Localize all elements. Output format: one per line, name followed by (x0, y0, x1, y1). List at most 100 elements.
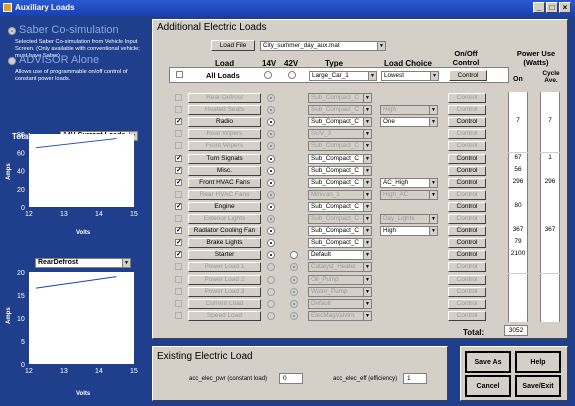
speed-load-checkbox[interactable] (175, 311, 182, 319)
exterior-lights-14v-radio[interactable] (267, 215, 275, 223)
radiator-cooling-fan-load-button[interactable]: Radiator Cooling Fan (188, 226, 261, 237)
rear-hvac-fans-load-button[interactable]: Rear HVAC Fans (188, 189, 261, 200)
power-load-3-type-dropdown[interactable]: Water_Pump ▼ (308, 286, 372, 297)
misc-checkbox[interactable]: ✓ (175, 166, 182, 174)
speed-load-14v-radio[interactable] (267, 311, 275, 320)
engine-control-button[interactable]: Control (448, 201, 486, 212)
help-button[interactable]: Help (515, 351, 561, 373)
front-wipers-type-dropdown[interactable]: Sub_Compact_C ▼ (308, 141, 372, 152)
save-as-button[interactable]: Save As (465, 351, 511, 373)
power-load-3-checkbox[interactable] (175, 287, 182, 295)
front-hvac-fans-control-button[interactable]: Control (448, 177, 486, 188)
turn-signals-load-button[interactable]: Turn Signals (188, 153, 261, 164)
turn-signals-14v-radio[interactable] (267, 154, 275, 163)
rear-defrost-checkbox[interactable] (175, 94, 182, 101)
starter-load-button[interactable]: Starter (188, 250, 261, 261)
power-load-2-control-button[interactable]: Control (448, 274, 486, 285)
current-load-load-button[interactable]: Current Load (188, 298, 261, 309)
radiator-cooling-fan-14v-radio[interactable] (267, 227, 275, 236)
exterior-lights-control-button[interactable]: Control (448, 214, 486, 224)
rear-wipers-control-button[interactable]: Control (448, 129, 486, 140)
heated-seats-control-button[interactable]: Control (448, 105, 486, 116)
turn-signals-control-button[interactable]: Control (448, 153, 486, 164)
rear-defrost-load-button[interactable]: Rear Defrost (188, 93, 261, 103)
brake-lights-load-button[interactable]: Brake Lights (188, 238, 261, 249)
power-load-1-control-button[interactable]: Control (448, 262, 486, 273)
exterior-lights-type-dropdown[interactable]: Sub_Compact_C ▼ (308, 214, 372, 224)
speed-load-load-button[interactable]: Speed Load (188, 310, 261, 321)
power-load-3-control-button[interactable]: Control (448, 286, 486, 297)
brake-lights-type-dropdown[interactable]: Sub_Compact_C ▼ (308, 238, 372, 249)
rear-wipers-14v-radio[interactable] (267, 130, 275, 139)
power-load-1-type-dropdown[interactable]: Catalyst_Heater ▼ (308, 262, 372, 273)
rear-wipers-checkbox[interactable] (175, 130, 182, 138)
power-load-2-14v-radio[interactable] (267, 275, 275, 284)
power-load-1-load-button[interactable]: Power Load 1 (188, 262, 261, 273)
front-hvac-fans-14v-radio[interactable] (267, 178, 275, 187)
acc-elec-eff-input[interactable]: 1 (403, 373, 427, 384)
load-file-dropdown[interactable]: City_summer_day_aux.mat ▼ (260, 41, 386, 51)
radiator-cooling-fan-control-button[interactable]: Control (448, 226, 486, 237)
radio-control-button[interactable]: Control (448, 117, 486, 128)
power-load-1-14v-radio[interactable] (267, 263, 275, 272)
heated-seats-type-dropdown[interactable]: Sub_Compact_C ▼ (308, 105, 372, 116)
rear-wipers-load-button[interactable]: Rear Wipers (188, 129, 261, 140)
rear-wipers-type-dropdown[interactable]: SUV_3 ▼ (308, 129, 372, 140)
rear-defrost-14v-radio[interactable] (267, 94, 275, 102)
heated-seats-choice-dropdown[interactable]: High ▼ (380, 105, 438, 116)
current-load-42v-radio[interactable] (290, 299, 298, 308)
exterior-lights-choice-dropdown[interactable]: Day_Lights ▼ (380, 214, 438, 224)
rear-hvac-fans-control-button[interactable]: Control (448, 189, 486, 200)
front-hvac-fans-choice-dropdown[interactable]: AC_High ▼ (380, 177, 438, 188)
current-load-control-button[interactable]: Control (448, 298, 486, 309)
turn-signals-checkbox[interactable]: ✓ (175, 154, 182, 162)
saber-cosim-radio[interactable] (8, 27, 16, 35)
brake-lights-checkbox[interactable]: ✓ (175, 239, 182, 247)
heated-seats-load-button[interactable]: Heated Seats (188, 105, 261, 116)
heated-seats-checkbox[interactable] (175, 106, 182, 114)
radio-14v-radio[interactable] (267, 118, 275, 127)
rear-defrost-control-button[interactable]: Control (448, 93, 486, 103)
misc-type-dropdown[interactable]: Sub_Compact_C ▼ (308, 165, 372, 176)
save-exit-button[interactable]: Save/Exit (515, 375, 561, 397)
all-type-dropdown[interactable]: Large_Car_1 ▼ (309, 71, 377, 81)
misc-load-button[interactable]: Misc. (188, 165, 261, 176)
all-choice-dropdown[interactable]: Lowest ▼ (381, 71, 439, 81)
power-load-2-checkbox[interactable] (175, 275, 182, 283)
acc-elec-pwr-input[interactable]: 0 (279, 373, 303, 384)
engine-load-button[interactable]: Engine (188, 201, 261, 212)
rear-hvac-fans-type-dropdown[interactable]: Minivan_1 ▼ (308, 189, 372, 200)
engine-checkbox[interactable]: ✓ (175, 202, 182, 210)
front-wipers-14v-radio[interactable] (267, 142, 275, 151)
cancel-button[interactable]: Cancel (465, 375, 511, 397)
power-load-3-42v-radio[interactable] (290, 287, 298, 296)
misc-14v-radio[interactable] (267, 166, 275, 175)
engine-14v-radio[interactable] (267, 202, 275, 211)
exterior-lights-checkbox[interactable] (175, 215, 182, 222)
current-load-checkbox[interactable] (175, 299, 182, 307)
misc-control-button[interactable]: Control (448, 165, 486, 176)
maximize-button[interactable]: □ (546, 2, 558, 13)
current-load-type-dropdown[interactable]: Default ▼ (308, 298, 372, 309)
radiator-cooling-fan-choice-dropdown[interactable]: High ▼ (380, 226, 438, 237)
power-load-1-42v-radio[interactable] (290, 263, 298, 272)
front-wipers-checkbox[interactable] (175, 142, 182, 150)
front-wipers-control-button[interactable]: Control (448, 141, 486, 152)
all-42v-radio[interactable] (288, 71, 296, 79)
all-loads-checkbox[interactable] (176, 71, 183, 78)
front-hvac-fans-checkbox[interactable]: ✓ (175, 178, 182, 186)
rear-hvac-fans-choice-dropdown[interactable]: High_AC ▼ (380, 189, 438, 200)
turn-signals-type-dropdown[interactable]: Sub_Compact_C ▼ (308, 153, 372, 164)
minimize-button[interactable]: _ (533, 2, 545, 13)
advisor-alone-radio[interactable] (8, 57, 16, 65)
exterior-lights-load-button[interactable]: Exterior Lights (188, 214, 261, 224)
starter-14v-radio[interactable] (267, 251, 275, 260)
radio-choice-dropdown[interactable]: One ▼ (380, 117, 438, 128)
rear-defrost-type-dropdown[interactable]: Sub_Compact_C ▼ (308, 93, 372, 103)
brake-lights-control-button[interactable]: Control (448, 238, 486, 249)
all-14v-radio[interactable] (264, 71, 272, 79)
current-load-14v-radio[interactable] (267, 299, 275, 308)
radio-load-button[interactable]: Radio (188, 117, 261, 128)
close-button[interactable]: × (559, 2, 571, 13)
speed-load-control-button[interactable]: Control (448, 310, 486, 321)
